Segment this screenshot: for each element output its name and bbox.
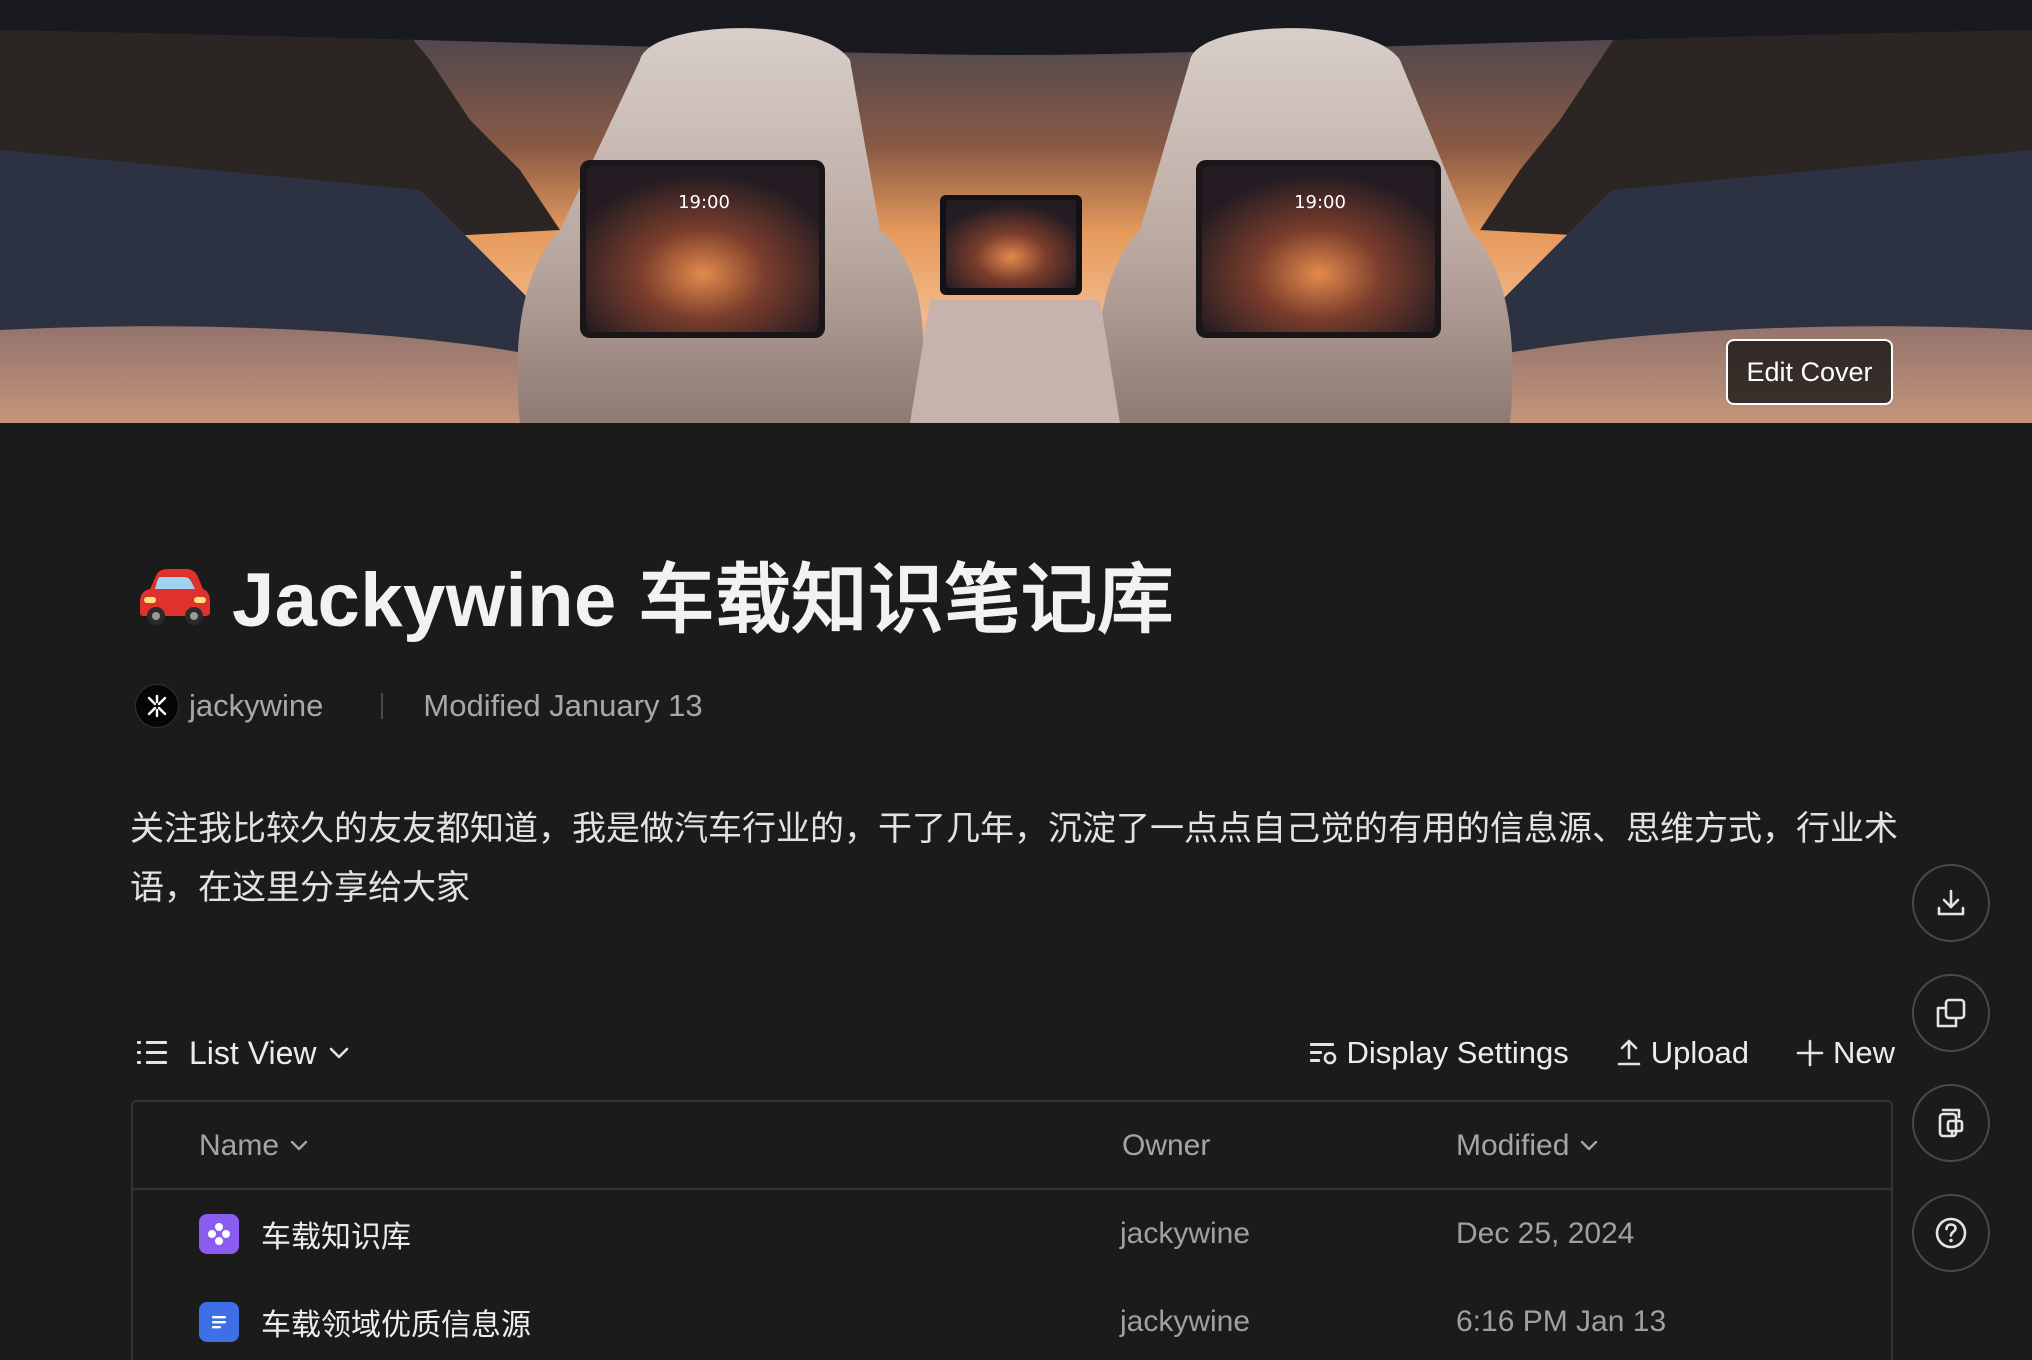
page-title-row: Jackywine 车载知识笔记库 bbox=[132, 548, 1174, 643]
new-label: New bbox=[1832, 1035, 1895, 1070]
upload-button[interactable]: Upload bbox=[1615, 1035, 1749, 1071]
modified-date: Modified January 13 bbox=[423, 688, 703, 723]
column-header-modified[interactable]: Modified bbox=[1456, 1102, 1599, 1190]
cover-image: 19:00 19:00 Edit Cover bbox=[0, 0, 2032, 423]
upload-icon bbox=[1617, 1039, 1641, 1066]
duplicate-button[interactable] bbox=[1912, 974, 1990, 1052]
display-settings-label: Display Settings bbox=[1346, 1035, 1569, 1070]
template-button[interactable] bbox=[1912, 1084, 1990, 1162]
knowledge-base-icon bbox=[199, 1214, 239, 1254]
table-header: Name Owner Modified bbox=[133, 1102, 1891, 1190]
download-icon bbox=[1937, 889, 1965, 916]
left-screen-clock: 19:00 bbox=[678, 192, 730, 213]
chevron-down-icon bbox=[1581, 1140, 1598, 1151]
template-icon bbox=[1938, 1108, 1964, 1138]
row-modified: Dec 25, 2024 bbox=[1456, 1217, 1635, 1250]
row-modified: 6:16 PM Jan 13 bbox=[1456, 1305, 1667, 1338]
display-settings-icon bbox=[1310, 1043, 1337, 1065]
document-icon bbox=[199, 1302, 239, 1342]
copy-icon bbox=[1936, 998, 1966, 1028]
meta-divider bbox=[381, 693, 384, 719]
owner-name[interactable]: jackywine bbox=[189, 688, 323, 724]
row-name-cell[interactable]: 车载知识库 bbox=[199, 1190, 411, 1278]
column-owner-label: Owner bbox=[1122, 1129, 1211, 1162]
chevron-down-icon bbox=[290, 1140, 308, 1151]
row-owner: jackywine bbox=[1120, 1217, 1251, 1250]
download-button[interactable] bbox=[1912, 864, 1990, 942]
list-view-icon bbox=[137, 1041, 167, 1064]
page-description: 关注我比较久的友友都知道，我是做汽车行业的，干了几年，沉淀了一点点自己觉的有用的… bbox=[130, 810, 1898, 907]
plus-icon bbox=[1796, 1039, 1824, 1067]
row-name-cell[interactable]: 车载领域优质信息源 bbox=[199, 1278, 531, 1360]
view-switcher-label: List View bbox=[189, 1034, 317, 1071]
table-row[interactable]: 车载领域优质信息源 jackywine 6:16 PM Jan 13 bbox=[133, 1278, 1891, 1360]
right-screen-clock: 19:00 bbox=[1294, 192, 1346, 213]
table-row[interactable]: 车载知识库 jackywine Dec 25, 2024 bbox=[133, 1190, 1891, 1278]
view-switcher[interactable]: List View bbox=[135, 1035, 350, 1072]
owner-logo-icon bbox=[147, 694, 167, 718]
new-button[interactable]: New bbox=[1795, 1035, 1895, 1071]
column-name-label: Name bbox=[199, 1129, 280, 1162]
column-header-name[interactable]: Name bbox=[199, 1102, 309, 1190]
display-settings-button[interactable]: Display Settings bbox=[1308, 1035, 1569, 1071]
file-table: Name Owner Modified 车载知识库 jackywine Dec … bbox=[131, 1100, 1893, 1360]
row-owner: jackywine bbox=[1120, 1305, 1251, 1338]
edit-cover-button[interactable]: Edit Cover bbox=[1726, 339, 1893, 405]
chevron-down-icon bbox=[330, 1047, 349, 1059]
column-modified-label: Modified bbox=[1456, 1129, 1570, 1162]
red-car-icon bbox=[140, 569, 210, 625]
row-name: 车载领域优质信息源 bbox=[261, 1309, 531, 1342]
page-meta: jackywine Modified January 13 bbox=[135, 683, 703, 729]
column-header-owner[interactable]: Owner bbox=[1122, 1102, 1210, 1190]
avatar[interactable] bbox=[135, 684, 179, 728]
help-icon bbox=[1935, 1217, 1967, 1249]
list-toolbar: List View Display Settings Upload New bbox=[135, 1025, 1895, 1081]
upload-label: Upload bbox=[1650, 1035, 1749, 1070]
help-button[interactable] bbox=[1912, 1194, 1990, 1272]
page-title: Jackywine 车载知识笔记库 bbox=[232, 558, 1174, 643]
row-name: 车载知识库 bbox=[261, 1221, 411, 1254]
